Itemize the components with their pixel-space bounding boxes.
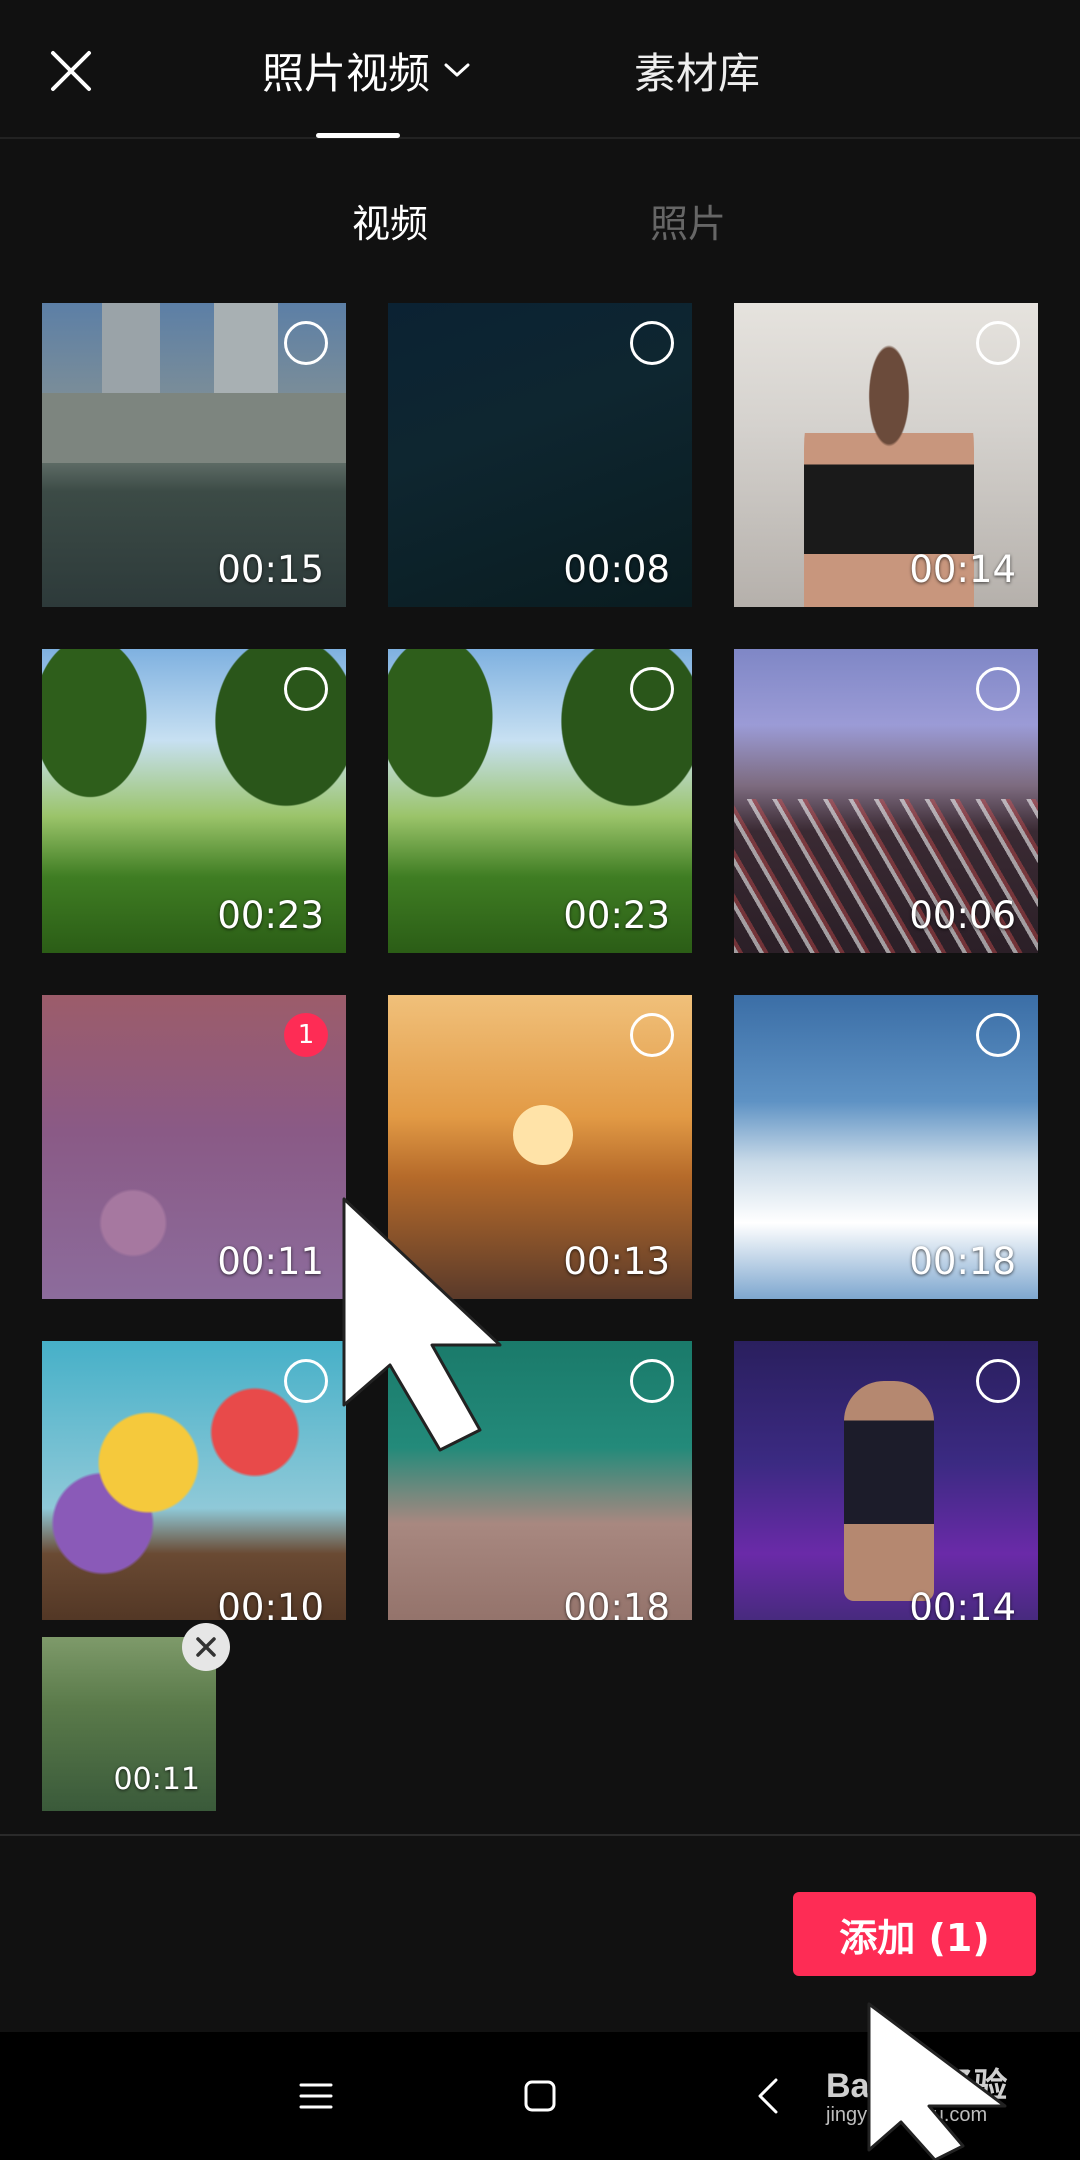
select-circle[interactable] — [976, 321, 1020, 365]
duration-label: 00:06 — [909, 894, 1016, 937]
duration-label: 00:10 — [217, 1586, 324, 1620]
selected-duration-label: 00:11 — [113, 1762, 200, 1797]
duration-label: 00:11 — [217, 1240, 324, 1283]
media-item[interactable]: 00:13 — [388, 995, 692, 1299]
select-circle[interactable] — [630, 667, 674, 711]
media-item[interactable]: 00:15 — [42, 303, 346, 607]
duration-label: 00:23 — [217, 894, 324, 937]
select-circle[interactable] — [976, 667, 1020, 711]
selected-order-badge[interactable]: 1 — [284, 1013, 328, 1057]
menu-icon — [299, 2083, 333, 2109]
media-grid: 00:15 00:08 00:14 00:23 00:23 00:06 1 00… — [0, 0, 1080, 1620]
duration-label: 00:15 — [217, 548, 324, 591]
close-icon — [196, 1637, 216, 1657]
watermark-url: jingyan.baidu.com — [826, 2104, 988, 2126]
back-button[interactable] — [738, 2066, 798, 2126]
media-item[interactable]: 00:23 — [388, 649, 692, 953]
square-icon — [524, 2080, 556, 2112]
media-item[interactable]: 00:23 — [42, 649, 346, 953]
duration-label: 00:14 — [909, 1586, 1016, 1620]
selected-tray: 00:11 — [0, 1620, 1080, 1834]
remove-selected-button[interactable] — [182, 1623, 230, 1671]
select-circle[interactable] — [630, 1359, 674, 1403]
media-item[interactable]: 00:10 — [42, 1341, 346, 1620]
media-item[interactable]: 00:06 — [734, 649, 1038, 953]
select-circle[interactable] — [976, 1013, 1020, 1057]
select-circle[interactable] — [630, 1013, 674, 1057]
add-button[interactable]: 添加 (1) — [793, 1892, 1036, 1976]
duration-label: 00:14 — [909, 548, 1016, 591]
bottom-bar: 添加 (1) — [0, 1836, 1080, 2032]
select-circle[interactable] — [630, 321, 674, 365]
system-nav-bar: Bai du 经验 jingyan.baidu.com — [0, 2002, 1080, 2160]
menu-button[interactable] — [286, 2066, 346, 2126]
duration-label: 00:23 — [563, 894, 670, 937]
media-item[interactable]: 00:18 — [734, 995, 1038, 1299]
media-item[interactable]: 00:14 — [734, 1341, 1038, 1620]
media-item[interactable]: 00:14 — [734, 303, 1038, 607]
duration-label: 00:13 — [563, 1240, 670, 1283]
duration-label: 00:18 — [909, 1240, 1016, 1283]
select-circle[interactable] — [284, 321, 328, 365]
home-button[interactable] — [510, 2066, 570, 2126]
media-item[interactable]: 1 00:11 — [42, 995, 346, 1299]
select-circle[interactable] — [976, 1359, 1020, 1403]
media-item[interactable]: 00:18 — [388, 1341, 692, 1620]
duration-label: 00:08 — [563, 548, 670, 591]
duration-label: 00:18 — [563, 1586, 670, 1620]
media-item[interactable]: 00:08 — [388, 303, 692, 607]
select-circle[interactable] — [284, 667, 328, 711]
watermark: Bai du 经验 — [826, 2067, 1008, 2105]
back-chevron-icon — [758, 2078, 778, 2114]
select-circle[interactable] — [284, 1359, 328, 1403]
